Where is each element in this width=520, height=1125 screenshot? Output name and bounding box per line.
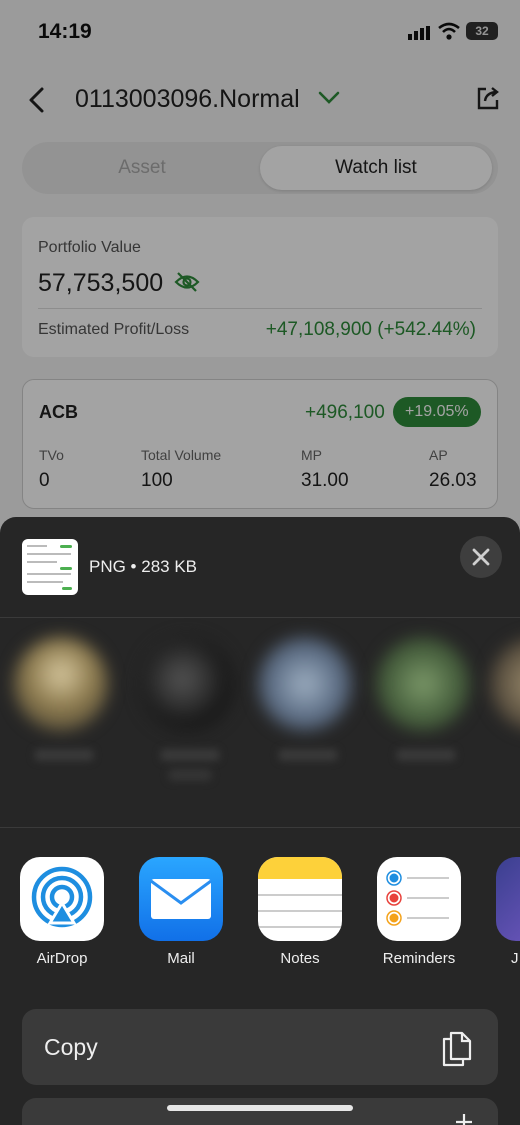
person-suggestion[interactable] <box>376 637 476 761</box>
contact-name <box>396 749 456 761</box>
airdrop-icon <box>20 857 104 941</box>
app-label: AirDrop <box>36 950 88 967</box>
file-info: PNG • 283 KB <box>89 557 198 576</box>
next-action[interactable] <box>22 1098 498 1125</box>
divider <box>0 827 520 828</box>
copy-icon <box>440 1027 474 1072</box>
people-suggestions <box>0 617 520 827</box>
app-reminders[interactable]: Reminders <box>364 857 474 967</box>
person-suggestion[interactable] <box>140 637 240 781</box>
contact-name-secondary <box>168 769 212 781</box>
share-sheet: PNG • 283 KB AirDrop Mail Notes Reminder… <box>0 517 520 1125</box>
app-label: Notes <box>280 950 320 967</box>
copy-action[interactable]: Copy <box>22 1009 498 1085</box>
avatar <box>376 637 470 731</box>
app-airdrop[interactable]: AirDrop <box>7 857 117 967</box>
close-icon[interactable] <box>460 536 502 578</box>
app-row: AirDrop Mail Notes Reminders J <box>0 857 520 977</box>
contact-name <box>278 749 338 761</box>
file-thumbnail <box>22 539 78 595</box>
avatar <box>140 637 234 731</box>
contact-name <box>34 749 94 761</box>
action-label: Copy <box>44 1034 98 1060</box>
avatar <box>14 637 108 731</box>
plus-icon <box>454 1112 474 1125</box>
app-notes[interactable]: Notes <box>245 857 355 967</box>
avatar <box>258 637 352 731</box>
mail-icon <box>139 857 223 941</box>
app-label: Reminders <box>382 950 456 967</box>
app-mail[interactable]: Mail <box>126 857 236 967</box>
person-suggestion[interactable] <box>14 637 114 761</box>
reminders-icon <box>377 857 461 941</box>
person-suggestion[interactable] <box>490 637 520 731</box>
notes-icon <box>258 857 342 941</box>
person-suggestion[interactable] <box>258 637 358 761</box>
app-partial[interactable]: J <box>483 857 520 967</box>
app-label: J <box>511 950 519 967</box>
app-label: Mail <box>167 950 195 967</box>
home-indicator <box>167 1105 353 1111</box>
avatar <box>490 637 520 731</box>
app-icon <box>496 857 520 941</box>
contact-name <box>160 749 220 761</box>
